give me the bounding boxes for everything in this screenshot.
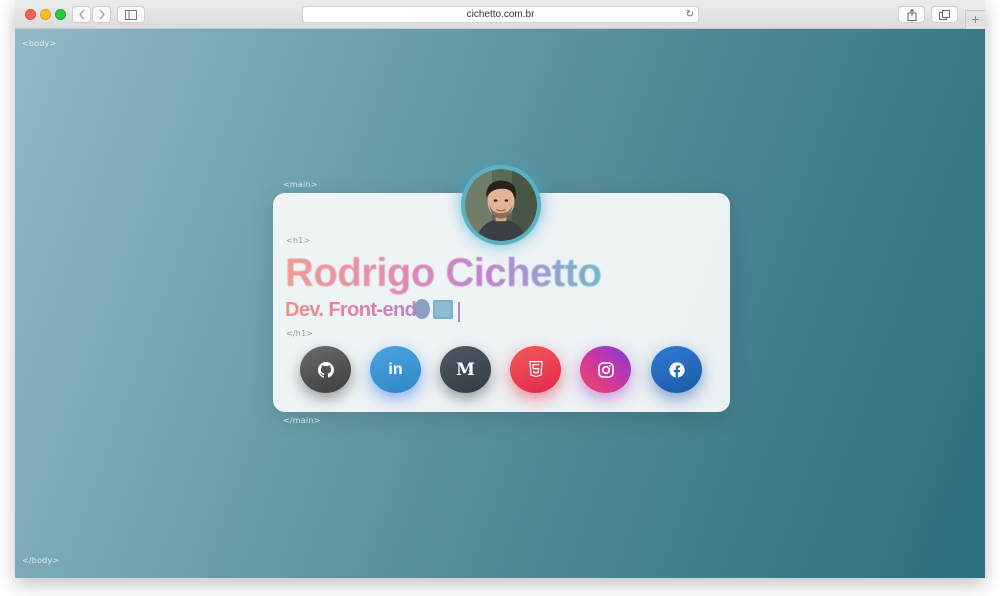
address-bar[interactable]: cichetto.com.br ↻	[302, 6, 699, 23]
h1-open-tag: <h1>	[286, 236, 311, 245]
facebook-link[interactable]	[651, 346, 702, 393]
profile-role: Dev. Front-end	[285, 299, 417, 321]
reload-icon[interactable]: ↻	[686, 7, 694, 22]
body-close-tag: </body>	[22, 556, 60, 565]
typing-cursor	[458, 302, 460, 322]
sidebar-icon	[125, 10, 137, 20]
medium-icon: M	[456, 359, 475, 380]
browser-window: cichetto.com.br ↻ + <body> <main> <h1> R…	[15, 0, 985, 578]
github-link[interactable]	[300, 346, 351, 393]
minimize-window-button[interactable]	[40, 9, 51, 20]
avatar	[461, 165, 541, 245]
back-button[interactable]	[72, 6, 91, 23]
main-close-tag: </main>	[283, 416, 321, 425]
main-open-tag: <main>	[283, 180, 318, 189]
html5-icon	[528, 361, 543, 378]
url-text: cichetto.com.br	[466, 9, 535, 20]
close-window-button[interactable]	[25, 9, 36, 20]
page-viewport: <body> <main> <h1> Rodrigo Cichetto Dev.…	[15, 29, 985, 578]
html5-link[interactable]	[510, 346, 561, 393]
instagram-link[interactable]	[580, 346, 631, 393]
maximize-window-button[interactable]	[55, 9, 66, 20]
profile-name: Rodrigo Cichetto	[285, 251, 602, 295]
instagram-icon	[597, 361, 614, 378]
linkedin-icon: in	[388, 360, 403, 378]
medium-link[interactable]: M	[440, 346, 491, 393]
new-tab-button[interactable]: +	[965, 10, 985, 29]
github-icon	[317, 361, 334, 378]
facebook-icon	[668, 361, 685, 378]
sidebar-toggle-button[interactable]	[117, 6, 145, 23]
h1-close-tag: </h1>	[286, 329, 314, 338]
share-icon	[907, 8, 916, 21]
tabs-icon	[939, 10, 950, 20]
share-button[interactable]	[898, 6, 925, 23]
linkedin-link[interactable]: in	[370, 346, 421, 393]
chevron-left-icon	[78, 9, 84, 20]
browser-toolbar: cichetto.com.br ↻ +	[15, 0, 985, 29]
show-tabs-button[interactable]	[931, 6, 958, 23]
forward-button[interactable]	[92, 6, 111, 23]
profile-photo	[465, 169, 537, 241]
laptop-emoji-icon	[414, 299, 453, 319]
body-open-tag: <body>	[22, 39, 57, 48]
chevron-right-icon	[99, 9, 105, 20]
